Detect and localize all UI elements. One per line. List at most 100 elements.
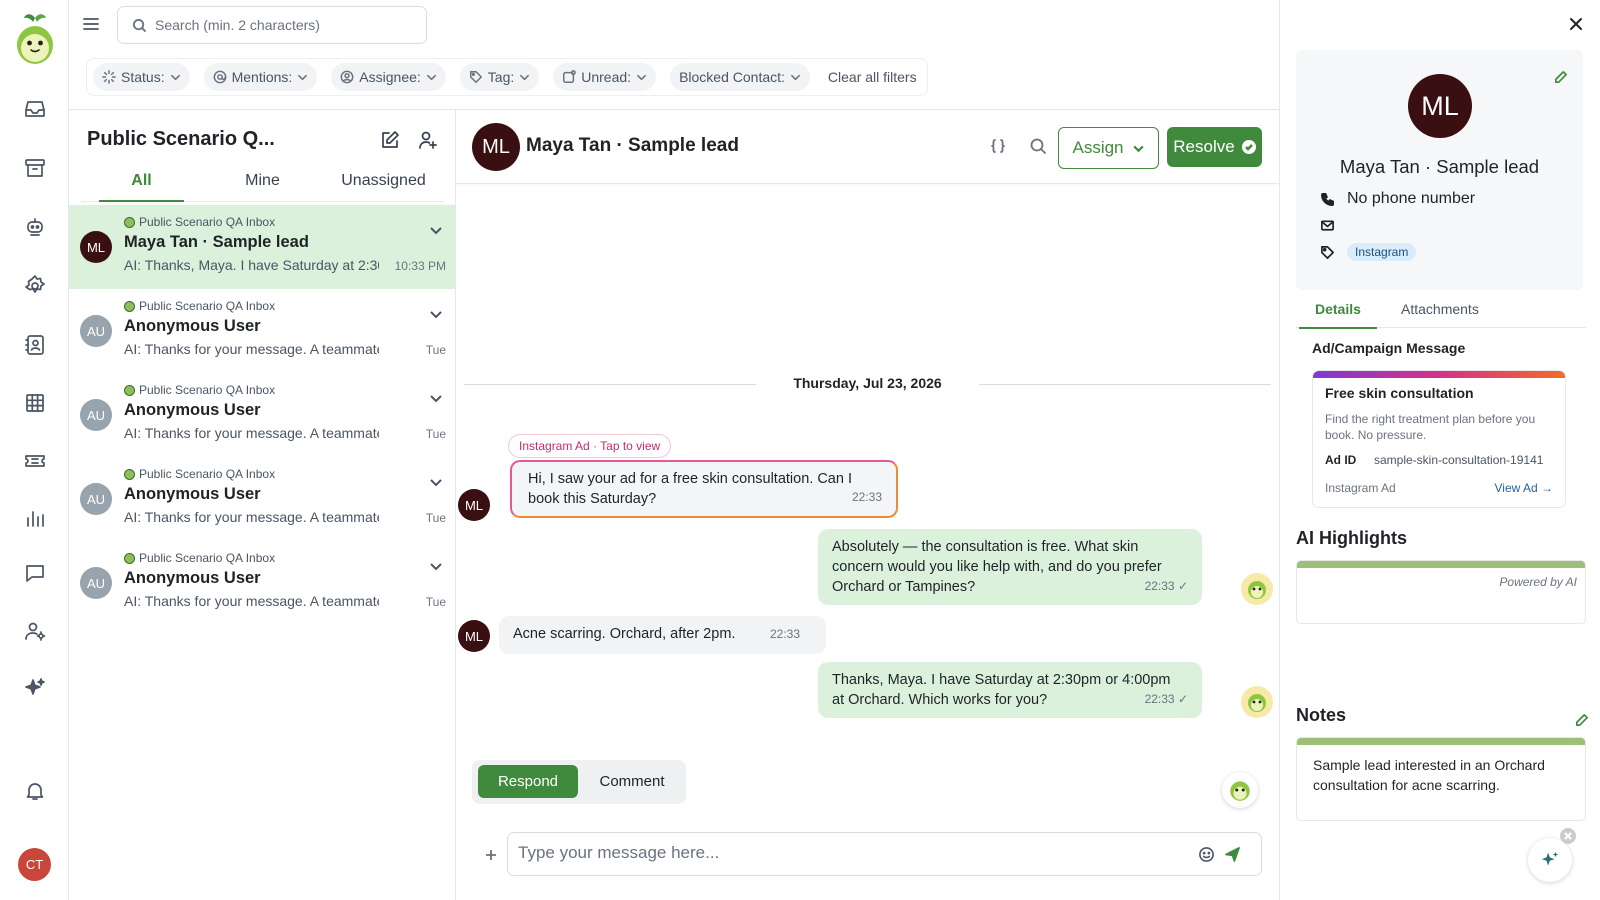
check-circle-icon xyxy=(1241,140,1256,154)
brand-logo-icon[interactable] xyxy=(14,12,56,66)
message-input[interactable] xyxy=(518,843,1178,863)
message-preview: AI: Thanks, Maya. I have Saturday at 2:3… xyxy=(124,257,379,273)
nav-contacts-icon[interactable] xyxy=(20,330,50,360)
filter-status[interactable]: Status: xyxy=(93,63,190,91)
tag-badge[interactable]: Instagram xyxy=(1347,243,1417,261)
attach-plus-icon[interactable] xyxy=(484,848,500,864)
nav-apps-grid-icon[interactable] xyxy=(20,388,50,418)
nav-reports-icon[interactable] xyxy=(20,503,50,533)
inbox-label: Public Scenario QA Inbox xyxy=(124,383,275,397)
message-preview: AI: Thanks for your message. A teammate … xyxy=(124,425,379,441)
notes-text: Sample lead interested in an Orchard con… xyxy=(1313,757,1545,793)
search-input[interactable] xyxy=(155,17,395,33)
ad-id-value: sample-skin-consultation-19141 xyxy=(1374,453,1544,467)
comment-tab[interactable]: Comment xyxy=(582,765,682,798)
nav-chat-icon[interactable] xyxy=(20,558,50,588)
tab-unassigned[interactable]: Unassigned xyxy=(323,168,444,201)
tag-icon xyxy=(1321,245,1334,259)
chevron-down-icon[interactable] xyxy=(429,391,443,405)
conversation-item[interactable]: AU Public Scenario QA Inbox Anonymous Us… xyxy=(69,541,456,625)
conversation-item[interactable]: AU Public Scenario QA Inbox Anonymous Us… xyxy=(69,373,456,457)
instagram-ad-tag[interactable]: Instagram Ad · Tap to view xyxy=(508,434,672,458)
message-time: 22:33 xyxy=(851,490,882,504)
message-text: Thanks, Maya. I have Saturday at 2:30pm … xyxy=(832,672,1171,708)
message-bubble: Absolutely — the consultation is free. W… xyxy=(818,529,1202,605)
tab-all[interactable]: All xyxy=(81,168,202,202)
tab-details[interactable]: Details xyxy=(1299,301,1377,329)
inbox-logo-icon xyxy=(124,216,135,228)
resolve-button[interactable]: Resolve xyxy=(1167,127,1262,167)
details-tabs: Details Attachments xyxy=(1296,290,1586,329)
inbox-name: Public Scenario QA Inbox xyxy=(139,215,276,229)
nav-ticket-icon[interactable] xyxy=(20,446,50,476)
close-panel-icon[interactable] xyxy=(1568,16,1586,34)
hamburger-menu-icon[interactable] xyxy=(81,14,103,36)
search-box[interactable] xyxy=(117,6,427,44)
conversation-item[interactable]: AU Public Scenario QA Inbox Anonymous Us… xyxy=(69,457,456,541)
edit-contact-icon[interactable] xyxy=(1553,70,1569,86)
contact-avatar: AU xyxy=(80,315,112,347)
chevron-down-icon[interactable] xyxy=(429,559,443,573)
tab-mine[interactable]: Mine xyxy=(202,168,323,201)
dismiss-fab-icon[interactable] xyxy=(1560,828,1576,844)
message-time: Tue xyxy=(425,595,446,609)
conversation-list-panel: Public Scenario Q... All Mine Unassigned… xyxy=(69,110,456,900)
contact-avatar: ML xyxy=(458,620,490,652)
filter-blocked-contact[interactable]: Blocked Contact: xyxy=(670,63,810,91)
date-separator: Thursday, Jul 23, 2026 xyxy=(464,374,1271,394)
ai-highlights-bar xyxy=(1297,561,1585,568)
ai-highlights-box: Powered by AI xyxy=(1296,560,1586,624)
ad-title: Free skin consultation xyxy=(1325,385,1474,401)
chat-contact-name[interactable]: Maya Tan · Sample lead xyxy=(526,135,739,157)
filter-mentions[interactable]: Mentions: xyxy=(203,63,318,91)
status-icon xyxy=(102,70,116,84)
chat-contact-avatar[interactable]: ML xyxy=(472,123,520,171)
ad-campaign-card: Free skin consultation Find the right tr… xyxy=(1312,370,1566,508)
filter-unread[interactable]: Unread: xyxy=(553,63,657,91)
contact-name: Maya Tan · Sample lead xyxy=(1339,156,1540,177)
notes-box[interactable]: Sample lead interested in an Orchard con… xyxy=(1296,737,1586,821)
message-time: Tue xyxy=(425,343,446,357)
notifications-bell-icon[interactable] xyxy=(20,776,50,806)
filter-assignee[interactable]: Assignee: xyxy=(331,63,446,91)
compose-new-icon[interactable] xyxy=(380,130,402,152)
variables-braces-icon[interactable] xyxy=(989,137,1009,157)
chevron-down-icon xyxy=(170,74,180,80)
filter-tag-label: Tag: xyxy=(487,69,515,85)
composer-mode-tabs: Respond Comment xyxy=(472,760,686,804)
message-time: 10:33 PM xyxy=(394,259,446,273)
add-contact-icon[interactable] xyxy=(418,130,440,152)
message-composer[interactable] xyxy=(507,832,1262,876)
tag-icon xyxy=(469,71,482,83)
view-ad-link[interactable]: View Ad → xyxy=(1495,481,1553,495)
nav-inbox-icon[interactable] xyxy=(20,94,50,124)
edit-notes-icon[interactable] xyxy=(1574,713,1590,729)
current-user-avatar[interactable]: CT xyxy=(18,848,51,881)
chevron-down-icon[interactable] xyxy=(429,223,443,237)
emoji-icon[interactable] xyxy=(1198,846,1216,864)
ad-id-label: Ad ID xyxy=(1325,453,1357,467)
conversation-item[interactable]: ML Public Scenario QA Inbox Maya Tan · S… xyxy=(69,205,456,289)
nav-bot-icon[interactable] xyxy=(20,212,50,242)
chat-search-icon[interactable] xyxy=(1029,137,1049,157)
list-title: Public Scenario Q... xyxy=(87,128,275,150)
send-icon[interactable] xyxy=(1224,846,1242,864)
ai-assist-fab[interactable] xyxy=(1528,838,1572,882)
tab-attachments[interactable]: Attachments xyxy=(1401,301,1479,317)
ai-assistant-bot-icon[interactable] xyxy=(1222,772,1258,808)
assign-button[interactable]: Assign xyxy=(1058,127,1159,169)
chevron-down-icon xyxy=(1132,145,1144,152)
respond-tab[interactable]: Respond xyxy=(478,765,578,798)
nav-ai-sparkle-icon[interactable] xyxy=(20,673,50,703)
nav-team-icon[interactable] xyxy=(20,616,50,646)
chevron-down-icon[interactable] xyxy=(429,307,443,321)
clear-all-filters-button[interactable]: Clear all filters xyxy=(824,69,921,85)
mention-icon xyxy=(213,70,227,84)
mail-icon xyxy=(1321,220,1334,231)
chevron-down-icon[interactable] xyxy=(429,475,443,489)
conversation-item[interactable]: AU Public Scenario QA Inbox Anonymous Us… xyxy=(69,289,456,373)
phone-icon xyxy=(1321,192,1334,206)
filter-tag[interactable]: Tag: xyxy=(459,63,540,91)
nav-settings-icon[interactable] xyxy=(20,271,50,301)
nav-archive-icon[interactable] xyxy=(20,153,50,183)
